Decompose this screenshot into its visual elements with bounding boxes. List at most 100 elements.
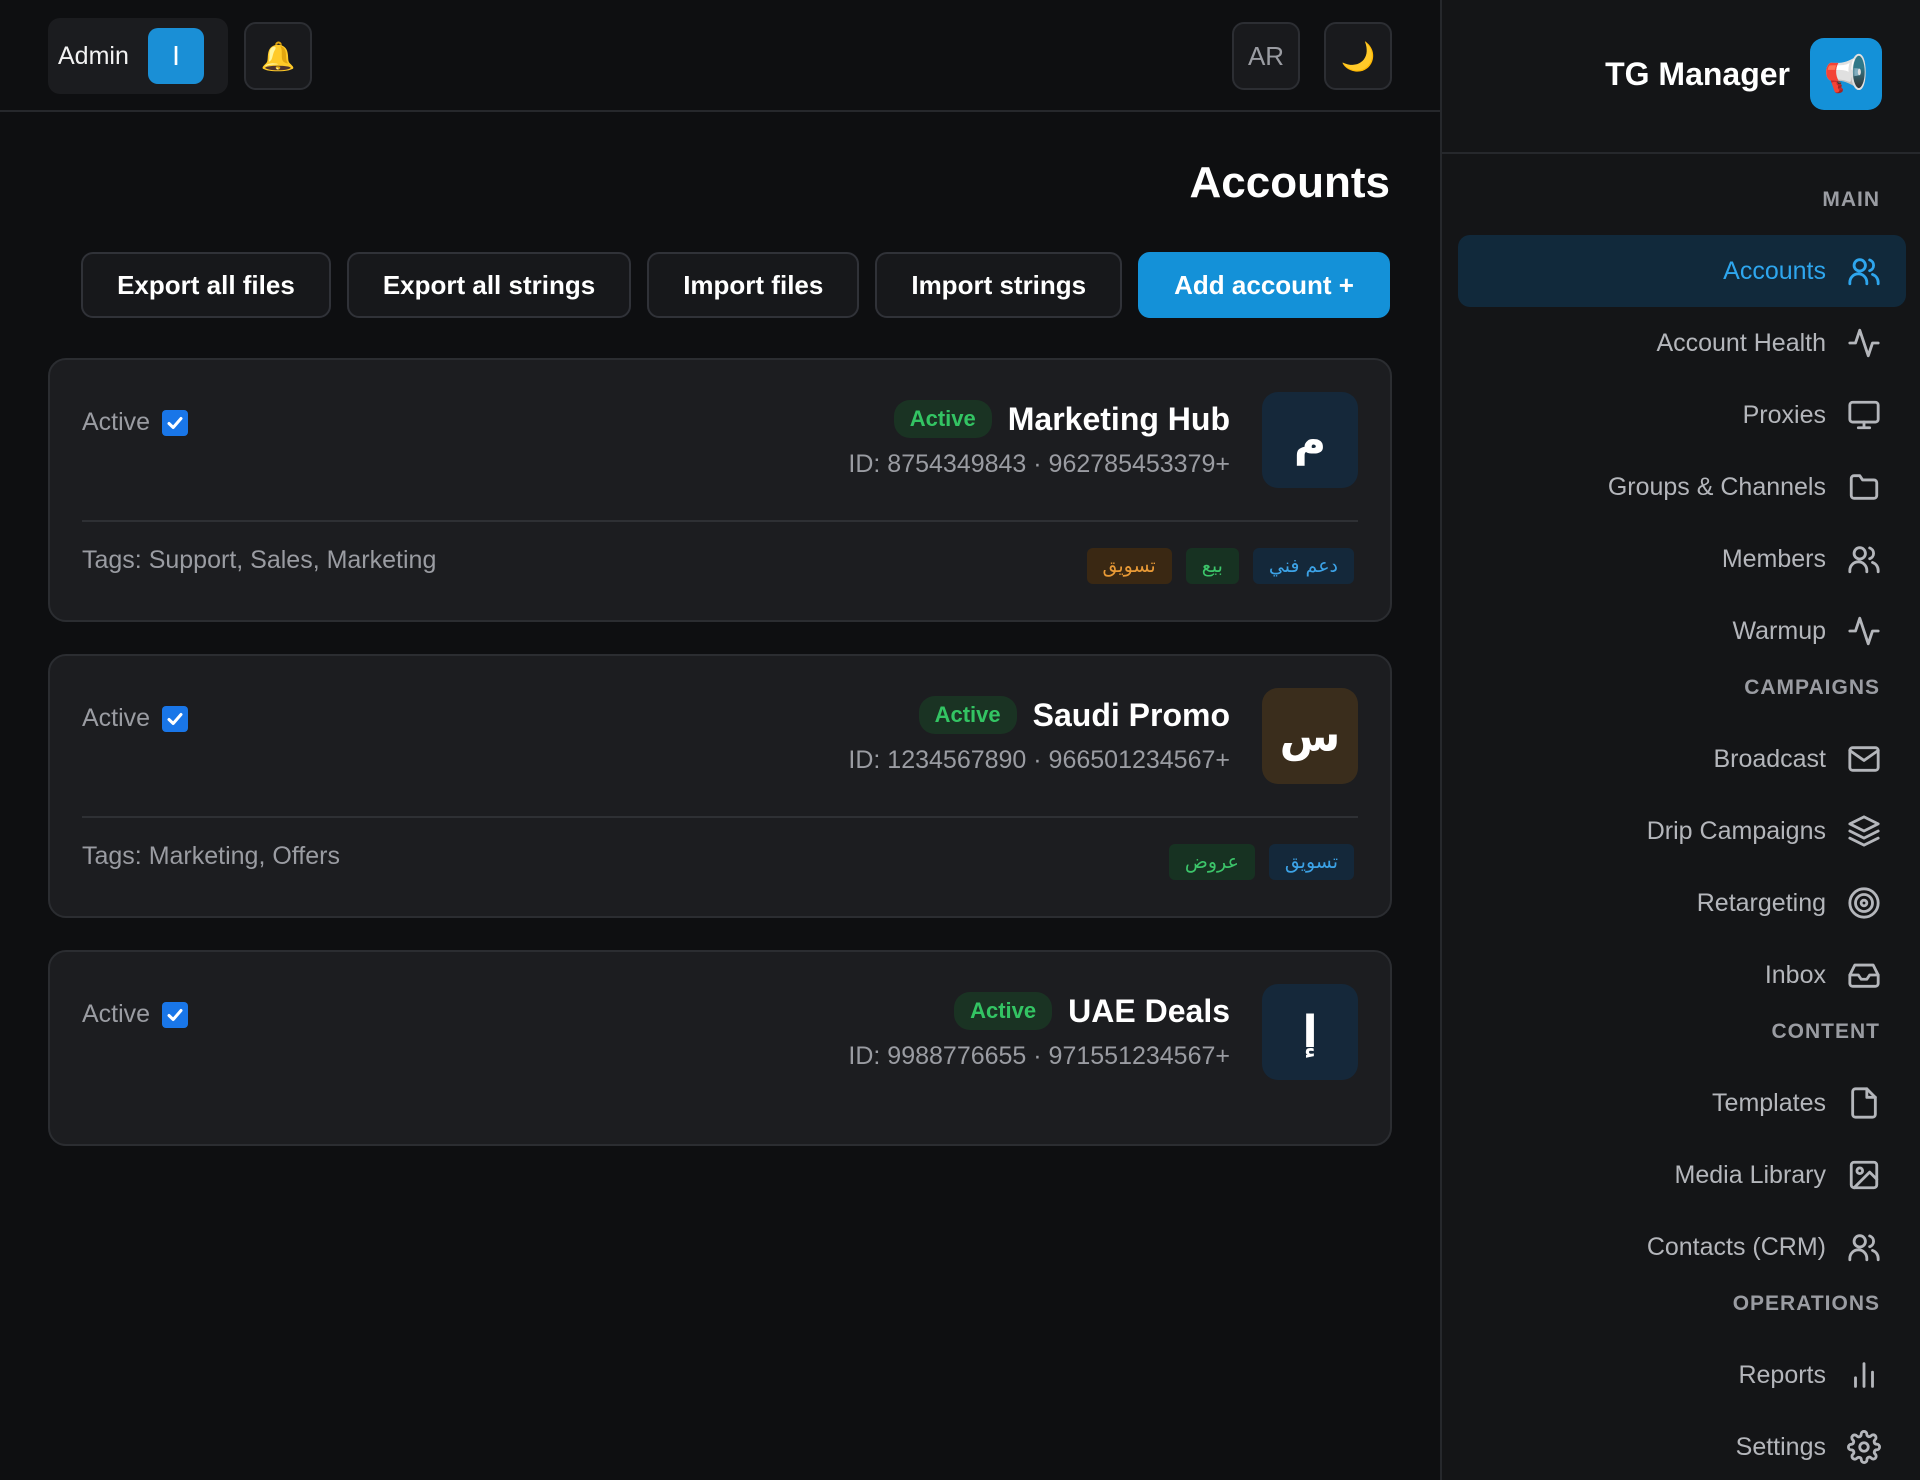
sidebar-item-label: Inbox bbox=[1764, 960, 1826, 989]
sidebar-item-accounts[interactable]: Accounts bbox=[1458, 235, 1906, 307]
sidebar-item-label: Account Health bbox=[1656, 328, 1826, 357]
sidebar-item-label: Media Library bbox=[1674, 1160, 1826, 1189]
account-name: Saudi Promo bbox=[1032, 696, 1230, 733]
active-label: Active bbox=[82, 704, 151, 732]
bell-icon: 🔔 bbox=[260, 40, 296, 72]
sidebar-item-label: Templates bbox=[1712, 1088, 1826, 1117]
active-checkbox[interactable] bbox=[162, 705, 189, 732]
active-toggle[interactable]: Active bbox=[82, 704, 189, 733]
language-button[interactable]: AR bbox=[1232, 22, 1300, 90]
sidebar-item-contacts-crm[interactable]: Contacts (CRM) bbox=[1458, 1211, 1906, 1283]
account-avatar: إ bbox=[1262, 984, 1358, 1080]
tags-label: Tags: Marketing, Offers bbox=[82, 842, 340, 870]
active-label: Active bbox=[82, 408, 151, 436]
account-card[interactable]: م Active Marketing Hub ID: 8754349843 · … bbox=[48, 358, 1392, 622]
sidebar-item-broadcast[interactable]: Broadcast bbox=[1458, 723, 1906, 795]
admin-name: Admin bbox=[58, 41, 129, 70]
account-header: Active Marketing Hub bbox=[893, 400, 1230, 438]
export-strings-button[interactable]: Export all strings bbox=[346, 252, 632, 318]
sidebar-item-drip-campaigns[interactable]: Drip Campaigns bbox=[1458, 795, 1906, 867]
users-icon bbox=[1846, 541, 1882, 577]
sidebar-item-retargeting[interactable]: Retargeting bbox=[1458, 867, 1906, 939]
file-icon bbox=[1846, 1085, 1882, 1121]
sidebar-item-groups-channels[interactable]: Groups & Channels bbox=[1458, 451, 1906, 523]
notifications-button[interactable]: 🔔 bbox=[244, 22, 312, 90]
tag-chip[interactable]: دعم فني bbox=[1252, 548, 1354, 584]
active-toggle[interactable]: Active bbox=[82, 1000, 189, 1029]
sidebar-item-label: Groups & Channels bbox=[1607, 472, 1826, 501]
page-title: Accounts bbox=[1189, 158, 1390, 207]
section-label-operations: OPERATIONS bbox=[1732, 1292, 1880, 1315]
account-meta: ID: 9988776655 · 971551234567+ bbox=[848, 1042, 1230, 1070]
tag-chip[interactable]: عروض bbox=[1168, 844, 1255, 880]
sidebar-item-label: Broadcast bbox=[1713, 744, 1826, 773]
sidebar-item-inbox[interactable]: Inbox bbox=[1458, 939, 1906, 1011]
sidebar-item-warmup[interactable]: Warmup bbox=[1458, 595, 1906, 667]
monitor-icon bbox=[1846, 397, 1882, 433]
admin-profile-chip[interactable]: Admin I bbox=[48, 18, 228, 94]
mail-icon bbox=[1846, 741, 1882, 777]
tag-chip[interactable]: بيع bbox=[1185, 548, 1239, 584]
sidebar: TG Manager 📢 MAIN Accounts Account Healt… bbox=[1440, 0, 1920, 1480]
layers-icon bbox=[1846, 813, 1882, 849]
account-name: UAE Deals bbox=[1068, 992, 1230, 1029]
account-avatar: م bbox=[1262, 392, 1358, 488]
sidebar-item-proxies[interactable]: Proxies bbox=[1458, 379, 1906, 451]
theme-toggle-button[interactable]: 🌙 bbox=[1324, 22, 1392, 90]
status-badge: Active bbox=[954, 992, 1053, 1030]
brand-name: TG Manager bbox=[1605, 56, 1790, 92]
image-icon bbox=[1846, 1157, 1882, 1193]
account-meta: ID: 1234567890 · 966501234567+ bbox=[848, 746, 1230, 774]
sidebar-item-account-health[interactable]: Account Health bbox=[1458, 307, 1906, 379]
sidebar-item-label: Proxies bbox=[1742, 400, 1826, 429]
top-bar: Admin I 🔔 AR 🌙 bbox=[0, 0, 1440, 112]
export-files-button[interactable]: Export all files bbox=[81, 252, 331, 318]
activity-icon bbox=[1846, 325, 1882, 361]
check-icon bbox=[167, 1008, 183, 1021]
sidebar-item-label: Retargeting bbox=[1696, 888, 1826, 917]
import-strings-button[interactable]: Import strings bbox=[875, 252, 1123, 318]
users-icon bbox=[1846, 253, 1882, 289]
admin-avatar: I bbox=[148, 28, 204, 84]
active-label: Active bbox=[82, 1000, 151, 1028]
section-label-main: MAIN bbox=[1822, 188, 1880, 211]
status-badge: Active bbox=[893, 400, 992, 438]
status-badge: Active bbox=[918, 696, 1017, 734]
sidebar-item-label: Settings bbox=[1735, 1432, 1826, 1461]
check-icon bbox=[167, 416, 183, 429]
account-avatar: س bbox=[1262, 688, 1358, 784]
sidebar-item-media-library[interactable]: Media Library bbox=[1458, 1139, 1906, 1211]
megaphone-icon: 📢 bbox=[1810, 38, 1882, 110]
target-icon bbox=[1846, 885, 1882, 921]
account-card[interactable]: إ Active UAE Deals ID: 9988776655 · 9715… bbox=[48, 950, 1392, 1146]
bar-chart-icon bbox=[1846, 1357, 1882, 1393]
add-account-button[interactable]: Add account + bbox=[1138, 252, 1390, 318]
account-meta: ID: 8754349843 · 962785453379+ bbox=[848, 450, 1230, 478]
active-toggle[interactable]: Active bbox=[82, 408, 189, 437]
folder-icon bbox=[1846, 469, 1882, 505]
active-checkbox[interactable] bbox=[162, 409, 189, 436]
language-label: AR bbox=[1247, 40, 1285, 71]
tag-list: دعم فني بيع تسويق bbox=[1086, 548, 1354, 584]
sidebar-item-settings[interactable]: Settings bbox=[1458, 1411, 1906, 1480]
sidebar-item-members[interactable]: Members bbox=[1458, 523, 1906, 595]
section-label-content: CONTENT bbox=[1771, 1020, 1880, 1043]
main-content: Admin I 🔔 AR 🌙 Accounts Add account + Im… bbox=[0, 0, 1440, 1480]
tags-label: Tags: Support, Sales, Marketing bbox=[82, 546, 437, 574]
import-files-button[interactable]: Import files bbox=[647, 252, 860, 318]
sidebar-item-label: Contacts (CRM) bbox=[1646, 1232, 1826, 1261]
gear-icon bbox=[1846, 1429, 1882, 1465]
account-header: Active Saudi Promo bbox=[918, 696, 1230, 734]
sidebar-item-label: Reports bbox=[1738, 1360, 1826, 1389]
inbox-icon bbox=[1846, 957, 1882, 993]
check-icon bbox=[167, 712, 183, 725]
tag-chip[interactable]: تسويق bbox=[1086, 548, 1172, 584]
sidebar-item-templates[interactable]: Templates bbox=[1458, 1067, 1906, 1139]
sidebar-item-reports[interactable]: Reports bbox=[1458, 1339, 1906, 1411]
sidebar-item-label: Members bbox=[1721, 544, 1826, 573]
tag-list: تسويق عروض bbox=[1168, 844, 1354, 880]
tag-chip[interactable]: تسويق bbox=[1268, 844, 1354, 880]
action-toolbar: Add account + Import strings Import file… bbox=[81, 252, 1390, 318]
account-card[interactable]: س Active Saudi Promo ID: 1234567890 · 96… bbox=[48, 654, 1392, 918]
active-checkbox[interactable] bbox=[162, 1001, 189, 1028]
